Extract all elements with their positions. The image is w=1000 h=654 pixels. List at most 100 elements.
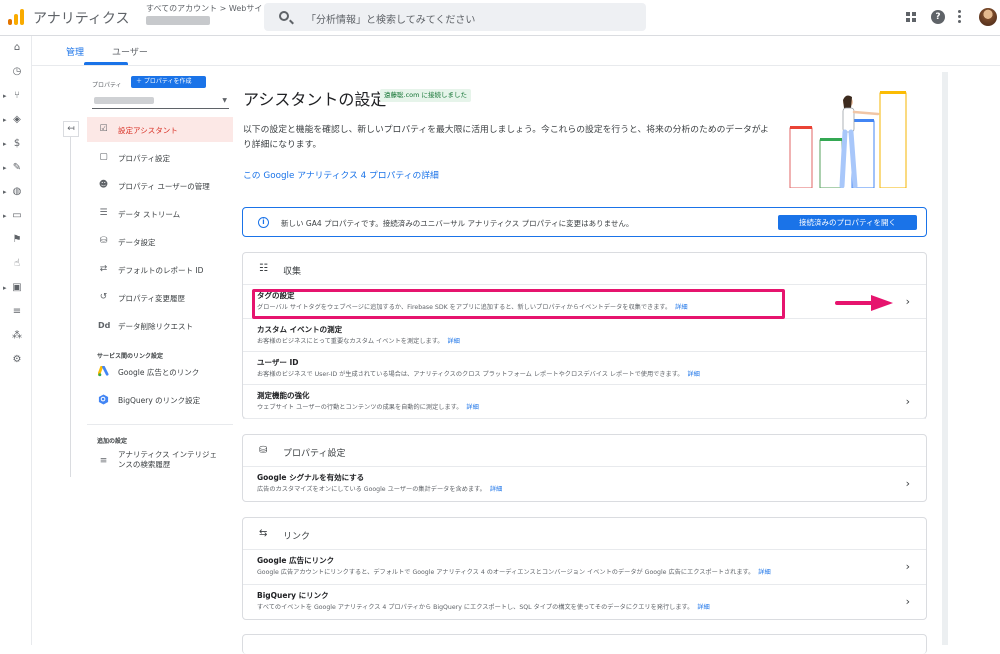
links-card-header: ⇆ リンク <box>243 518 926 550</box>
sidebar-item-label: BigQuery のリンク設定 <box>118 396 201 405</box>
monetization-icon[interactable]: $ <box>12 139 22 149</box>
detail-link[interactable]: 詳細 <box>447 338 459 345</box>
sidebar-item-data-settings[interactable]: ⛁ データ設定 <box>87 229 233 254</box>
row-enhanced-measurement[interactable]: 測定機能の強化 ウェブサイト ユーザーの行動とコンテンツの成果を自動的に測定しま… <box>243 385 926 419</box>
admin-gear-icon[interactable]: ⚙ <box>12 355 22 365</box>
search-bar[interactable]: 「分析情報」と検索してみてください <box>264 3 646 31</box>
bigquery-icon <box>98 394 109 405</box>
left-nav-rail: ⌂ ◷ ▸ ⑂ ▸ ◈ ▸ $ ▸ ✎ ▸ ◍ ▸ ▭ ⚑ ☝ ▸ ▣ ≡ ⁂ … <box>0 36 32 645</box>
sidebar-item-label: プロパティ ユーザーの管理 <box>118 182 210 191</box>
expand-caret-icon[interactable]: ▸ <box>3 140 7 148</box>
sidebar-item-default-report-id[interactable]: ⇄ デフォルトのレポート ID <box>87 257 233 282</box>
history-icon: ↺ <box>99 292 108 302</box>
data-delete-icon: Dd <box>98 321 111 330</box>
sidebar-item-setup-assistant[interactable]: ☑ 設定アシスタント <box>87 117 233 142</box>
banner-text: 新しい GA4 プロパティです。接続済みのユニバーサル アナリティクス プロパテ… <box>281 219 634 228</box>
row-desc: ウェブサイト ユーザーの行動とコンテンツの成果を自動的に測定します。 詳細 <box>257 404 479 411</box>
avatar[interactable] <box>979 8 997 26</box>
row-bigquery-link[interactable]: BigQuery にリンク すべてのイベントを Google アナリティクス 4… <box>243 585 926 620</box>
detail-link[interactable]: 詳細 <box>688 371 700 378</box>
row-google-ads-link[interactable]: Google 広告にリンク Google 広告アカウントにリンクすると、デフォル… <box>243 550 926 585</box>
analysis-icon[interactable]: ▣ <box>12 283 22 293</box>
sidebar-divider-line <box>70 137 71 477</box>
audience-icon[interactable]: ≡ <box>12 307 22 317</box>
expand-caret-icon[interactable]: ▸ <box>3 188 7 196</box>
pink-pointer-arrow-icon <box>835 295 893 311</box>
search-input[interactable]: 「分析情報」と検索してみてください <box>306 11 475 26</box>
tab-user[interactable]: ユーザー <box>112 45 148 58</box>
analytics-logo-icon[interactable] <box>8 9 24 25</box>
sidebar-item-label: 設定アシスタント <box>118 126 178 135</box>
sidebar-item-user-management[interactable]: ☻ プロパティ ユーザーの管理 <box>87 173 233 198</box>
expand-caret-icon[interactable]: ▸ <box>3 92 7 100</box>
users-icon: ☻ <box>98 180 109 190</box>
links-card: ⇆ リンク Google 広告にリンク Google 広告アカウントにリンクする… <box>242 517 927 620</box>
sidebar-item-label: アナリティクス インテリジェンスの検索履歴 <box>118 450 218 469</box>
expand-caret-icon[interactable]: ▸ <box>3 164 7 172</box>
sidebar-item-label: プロパティ変更履歴 <box>118 294 186 303</box>
globe-icon[interactable]: ◍ <box>12 187 22 197</box>
property-detail-link[interactable]: この Google アナリティクス 4 プロパティの詳細 <box>243 168 439 181</box>
property-settings-card-header: ⛁ プロパティ設定 <box>243 435 926 467</box>
row-desc: お客様のビジネスで User-ID が生成されている場合は、アナリティクスのクロ… <box>257 371 700 378</box>
devices-icon[interactable]: ▭ <box>12 211 22 221</box>
home-icon[interactable]: ⌂ <box>12 43 22 53</box>
sidebar-item-change-history[interactable]: ↺ プロパティ変更履歴 <box>87 285 233 310</box>
connected-badge: 遠藤聡.com に接続しました <box>380 89 472 102</box>
sidebar-item-data-deletion[interactable]: Dd データ削除リクエスト <box>87 313 233 338</box>
scrollbar[interactable] <box>942 72 948 645</box>
row-title: Google 広告にリンク <box>257 556 335 565</box>
row-custom-events[interactable]: カスタム イベントの測定 お客様のビジネスにとって重要なカスタム イベントを測定… <box>243 319 926 352</box>
retention-icon[interactable]: ✎ <box>12 163 22 173</box>
sidebar-item-data-streams[interactable]: ☰ データ ストリーム <box>87 201 233 226</box>
chevron-right-icon[interactable]: › <box>906 395 910 408</box>
app-title: アナリティクス <box>33 11 130 27</box>
row-title: Google シグナルを有効にする <box>257 473 365 482</box>
search-history-icon: ≡ <box>99 456 108 466</box>
row-desc: Google 広告アカウントにリンクすると、デフォルトで Google アナリテ… <box>257 569 771 576</box>
sidebar-item-label: プロパティ設定 <box>118 154 171 163</box>
sidebar-item-label: データ削除リクエスト <box>118 322 193 331</box>
sidebar-item-label: Google 広告とのリンク <box>118 368 200 377</box>
data-stream-icon: ☰ <box>99 208 108 218</box>
apps-grid-icon[interactable] <box>906 12 916 22</box>
detail-link[interactable]: 詳細 <box>466 404 478 411</box>
expand-caret-icon[interactable]: ▸ <box>3 284 7 292</box>
more-vert-icon[interactable] <box>958 10 962 24</box>
chevron-right-icon[interactable]: › <box>906 595 910 608</box>
checkbox-icon: ☑ <box>99 124 108 134</box>
create-property-button[interactable]: ＋ プロパティを作成 <box>131 76 206 88</box>
sidebar-item-label: デフォルトのレポート ID <box>118 266 204 275</box>
expand-caret-icon[interactable]: ▸ <box>3 212 7 220</box>
help-icon[interactable]: ? <box>931 10 945 24</box>
open-connected-property-button[interactable]: 接続済みのプロパティを開く <box>778 215 917 230</box>
expand-caret-icon[interactable]: ▸ <box>3 116 7 124</box>
sidebar-item-google-ads-link[interactable]: Google 広告とのリンク <box>87 359 233 384</box>
property-settings-card: ⛁ プロパティ設定 Google シグナルを有効にする 広告のカスタマイズをオン… <box>242 434 927 502</box>
chevron-right-icon[interactable]: › <box>906 560 910 573</box>
chevron-right-icon[interactable]: › <box>906 295 910 308</box>
configure-icon[interactable]: ⁂ <box>12 331 22 341</box>
sidebar-item-intelligence-history[interactable]: ≡ アナリティクス インテリジェンスの検索履歴 <box>87 446 233 480</box>
detail-link[interactable]: 詳細 <box>697 604 709 611</box>
realtime-clock-icon[interactable]: ◷ <box>12 67 22 77</box>
row-google-signals[interactable]: Google シグナルを有効にする 広告のカスタマイズをオンにしている Goog… <box>243 467 926 502</box>
row-user-id[interactable]: ユーザー ID お客様のビジネスで User-ID が生成されている場合は、アナ… <box>243 352 926 385</box>
flag-icon[interactable]: ⚑ <box>12 235 22 245</box>
detail-link[interactable]: 詳細 <box>758 569 770 576</box>
sidebar-item-property-settings[interactable]: ▢ プロパティ設定 <box>87 145 233 170</box>
top-bar: アナリティクス すべてのアカウント > Webサイト 「分析情報」と検索してみて… <box>0 0 1000 36</box>
touch-icon[interactable]: ☝ <box>12 259 22 269</box>
detail-link[interactable]: 詳細 <box>490 486 502 493</box>
property-name-redacted <box>94 97 154 104</box>
account-name-redacted[interactable] <box>146 16 210 25</box>
tab-admin[interactable]: 管理 <box>66 45 84 58</box>
acquisition-icon[interactable]: ⑂ <box>12 91 22 101</box>
sidebar-item-bigquery-link[interactable]: BigQuery のリンク設定 <box>87 387 233 412</box>
collapse-sidebar-button[interactable]: ↤ <box>63 121 79 137</box>
tag-icon[interactable]: ◈ <box>12 115 22 125</box>
account-breadcrumb[interactable]: すべてのアカウント > Webサイト <box>146 3 270 14</box>
property-selector[interactable]: ▼ <box>92 92 229 109</box>
chevron-right-icon[interactable]: › <box>906 477 910 490</box>
row-title: BigQuery にリンク <box>257 591 329 600</box>
